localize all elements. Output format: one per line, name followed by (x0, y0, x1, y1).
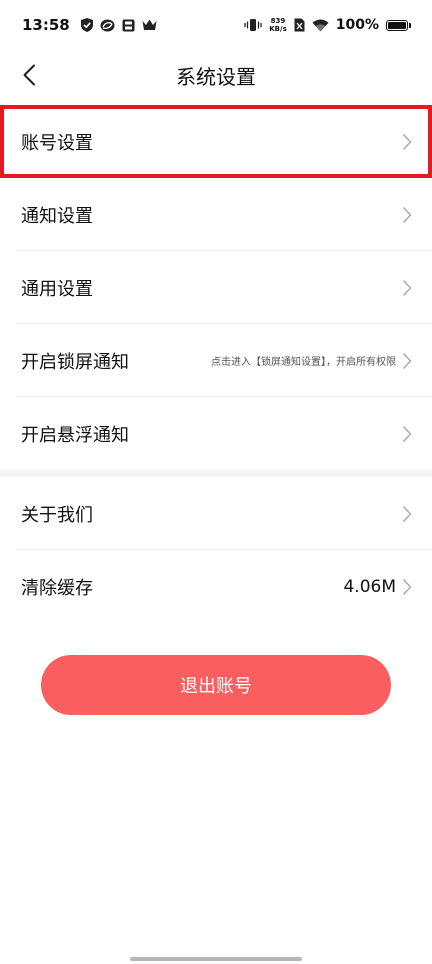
network-speed: 839 KB/s (269, 17, 286, 33)
row-label: 开启锁屏通知 (21, 351, 129, 373)
notification-settings-row[interactable]: 通知设置 (0, 178, 432, 251)
row-right (402, 425, 412, 443)
save-box-icon (122, 19, 135, 32)
network-speed-unit: KB/s (269, 25, 287, 33)
logout-button[interactable]: 退出账号 (41, 655, 391, 715)
lockscreen-notification-row[interactable]: 开启锁屏通知 点击进入【锁屏通知设置】，开启所有权限 (0, 324, 432, 397)
crown-icon (142, 19, 157, 31)
row-label: 账号设置 (21, 132, 93, 154)
swirl-app-icon (100, 19, 115, 32)
chevron-right-icon (402, 279, 412, 296)
nav-bar: 系统设置 (0, 50, 432, 100)
row-label: 关于我们 (21, 504, 93, 526)
chevron-right-icon (402, 425, 412, 442)
status-bar-left: 13:58 (22, 16, 157, 34)
floating-notification-row[interactable]: 开启悬浮通知 (0, 397, 432, 470)
row-hint: 点击进入【锁屏通知设置】，开启所有权限 (211, 357, 396, 368)
chevron-right-icon (402, 352, 412, 369)
account-settings-row[interactable]: 账号设置 (0, 105, 432, 178)
vibrate-icon (244, 18, 262, 32)
chevron-left-icon (23, 64, 35, 86)
battery-level-fill (388, 21, 406, 29)
no-sim-icon (294, 18, 305, 32)
status-time: 13:58 (22, 16, 70, 34)
clear-cache-row[interactable]: 清除缓存 4.06M (0, 550, 432, 623)
battery-percent: 100% (335, 17, 379, 33)
home-indicator[interactable] (130, 957, 302, 961)
about-us-row[interactable]: 关于我们 (0, 477, 432, 550)
row-label: 清除缓存 (21, 577, 93, 599)
row-label: 开启悬浮通知 (21, 424, 129, 446)
row-right (402, 206, 412, 224)
section-divider (0, 470, 432, 477)
chevron-right-icon (402, 133, 412, 150)
row-right: 点击进入【锁屏通知设置】，开启所有权限 (211, 352, 412, 370)
chevron-right-icon (402, 578, 412, 595)
row-label: 通知设置 (21, 205, 93, 227)
general-settings-row[interactable]: 通用设置 (0, 251, 432, 324)
chevron-right-icon (402, 505, 412, 522)
shield-check-icon (80, 18, 93, 32)
row-right (402, 133, 412, 151)
battery-icon (386, 19, 411, 31)
back-button[interactable] (12, 58, 46, 92)
status-bar-right: 839 KB/s 100% (244, 17, 411, 33)
cache-size-value: 4.06M (343, 576, 396, 597)
row-right: 4.06M (343, 577, 412, 597)
network-speed-value: 839 (270, 17, 286, 25)
settings-list: 账号设置 通知设置 通用设置 开启锁屏通知 点击进入【锁屏通知设置】，开启所有权… (0, 105, 432, 623)
page-title: 系统设置 (176, 64, 256, 89)
chevron-right-icon (402, 206, 412, 223)
row-right (402, 279, 412, 297)
row-label: 通用设置 (21, 278, 93, 300)
status-bar: 13:58 839 KB/s 100% (0, 0, 432, 50)
row-right (402, 505, 412, 523)
wifi-icon (312, 19, 329, 32)
